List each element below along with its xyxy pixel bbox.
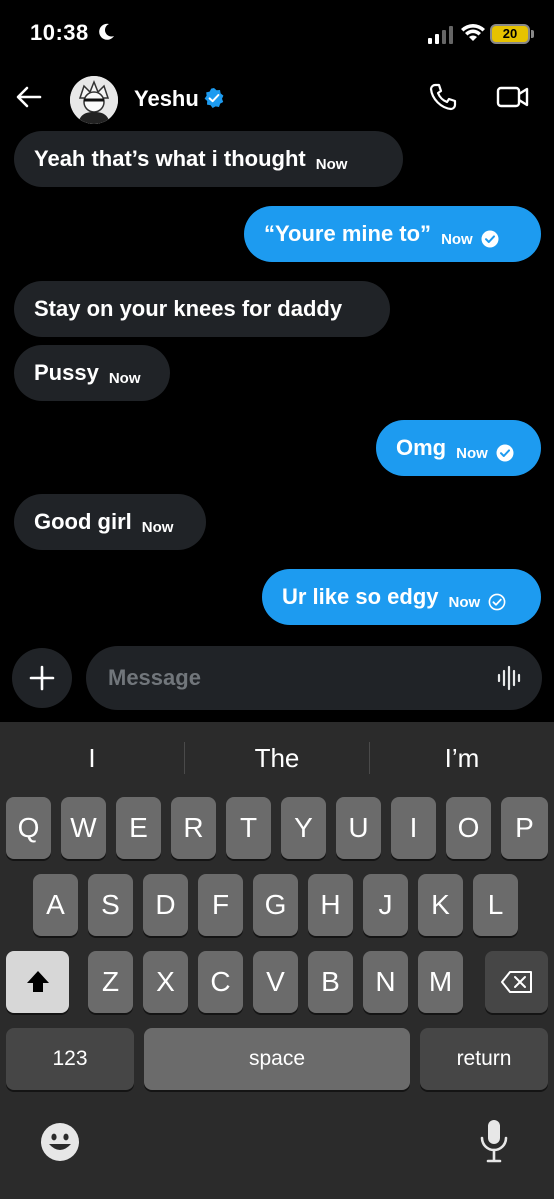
key-r[interactable]: R <box>171 797 216 859</box>
read-check-icon <box>481 230 499 248</box>
received-message[interactable]: Yeah that’s what i thought Now <box>14 131 403 187</box>
key-u[interactable]: U <box>336 797 381 859</box>
key-j[interactable]: J <box>363 874 408 936</box>
shift-arrow-icon <box>26 971 49 992</box>
key-o[interactable]: O <box>446 797 491 859</box>
message-time: Now <box>456 444 488 462</box>
message-time: Now <box>448 593 481 611</box>
wifi-icon <box>461 24 485 41</box>
message-time: Now <box>441 230 473 248</box>
message-text: Pussy <box>34 360 99 385</box>
key-n[interactable]: N <box>363 951 408 1013</box>
received-message[interactable]: Pussy Now <box>14 345 170 401</box>
key-w[interactable]: W <box>61 797 106 859</box>
key-g[interactable]: G <box>253 874 298 936</box>
key-m[interactable]: M <box>418 951 463 1013</box>
message-time: Now <box>315 155 348 173</box>
message-text: Stay on your knees for daddy <box>34 296 343 321</box>
signal-icon <box>428 26 453 44</box>
suggestion-item[interactable]: I <box>0 740 184 776</box>
suggestion-item[interactable]: The <box>185 740 369 776</box>
plus-icon <box>29 665 55 691</box>
key-b[interactable]: B <box>308 951 353 1013</box>
sent-check-icon <box>488 593 506 611</box>
space-key[interactable]: space <box>144 1028 410 1090</box>
key-s[interactable]: S <box>88 874 133 936</box>
key-x[interactable]: X <box>143 951 188 1013</box>
battery-indicator: 20 <box>490 24 530 44</box>
key-p[interactable]: P <box>501 797 548 859</box>
key-z[interactable]: Z <box>88 951 133 1013</box>
key-t[interactable]: T <box>226 797 271 859</box>
back-arrow-icon[interactable] <box>14 82 44 112</box>
suggestion-item[interactable]: I’m <box>370 740 554 776</box>
avatar[interactable] <box>70 76 118 124</box>
message-text: Ur like so edgy <box>282 584 439 609</box>
message-text: Yeah that’s what i thought <box>34 146 306 171</box>
voice-message-icon[interactable] <box>496 664 524 692</box>
sent-message[interactable]: “Youre mine to” Now <box>244 206 541 262</box>
verified-badge-icon <box>204 88 224 108</box>
key-v[interactable]: V <box>253 951 298 1013</box>
video-call-icon[interactable] <box>496 82 530 112</box>
key-q[interactable]: Q <box>6 797 51 859</box>
clock: 10:38 <box>30 20 89 45</box>
shift-key[interactable] <box>6 951 69 1013</box>
key-l[interactable]: L <box>473 874 518 936</box>
return-key[interactable]: return <box>420 1028 548 1090</box>
moon-icon <box>99 23 114 40</box>
microphone-icon[interactable] <box>478 1118 510 1164</box>
received-message[interactable]: Stay on your knees for daddy <box>14 281 390 337</box>
key-i[interactable]: I <box>391 797 436 859</box>
key-f[interactable]: F <box>198 874 243 936</box>
message-text: Good girl <box>34 509 132 534</box>
suggestion-bar: I The I’m <box>0 722 554 794</box>
numbers-key[interactable]: 123 <box>6 1028 134 1090</box>
key-h[interactable]: H <box>308 874 353 936</box>
backspace-key[interactable] <box>485 951 548 1013</box>
key-d[interactable]: D <box>143 874 188 936</box>
message-input[interactable] <box>86 646 542 710</box>
phone-call-icon[interactable] <box>428 82 458 112</box>
contact-name[interactable]: Yeshu <box>134 86 199 112</box>
message-text: Omg <box>396 435 447 460</box>
sent-message[interactable]: Ur like so edgy Now <box>262 569 541 625</box>
sent-message[interactable]: Omg Now <box>376 420 541 476</box>
read-check-icon <box>496 444 514 462</box>
emoji-icon[interactable] <box>40 1122 80 1162</box>
key-y[interactable]: Y <box>281 797 326 859</box>
status-bar: 10:38 20 <box>0 0 554 70</box>
message-time: Now <box>108 369 141 387</box>
message-time: Now <box>141 518 174 536</box>
chat-header: Yeshu <box>0 70 554 130</box>
keyboard: I The I’m Q W E R T Y U I O P A S D F G … <box>0 722 554 1199</box>
key-a[interactable]: A <box>33 874 78 936</box>
add-attachment-button[interactable] <box>12 648 72 708</box>
backspace-icon <box>500 971 532 993</box>
key-c[interactable]: C <box>198 951 243 1013</box>
key-e[interactable]: E <box>116 797 161 859</box>
key-k[interactable]: K <box>418 874 463 936</box>
received-message[interactable]: Good girl Now <box>14 494 206 550</box>
message-text: “Youre mine to” <box>264 221 432 246</box>
battery-tip <box>531 30 534 38</box>
battery-level: 20 <box>502 26 518 41</box>
